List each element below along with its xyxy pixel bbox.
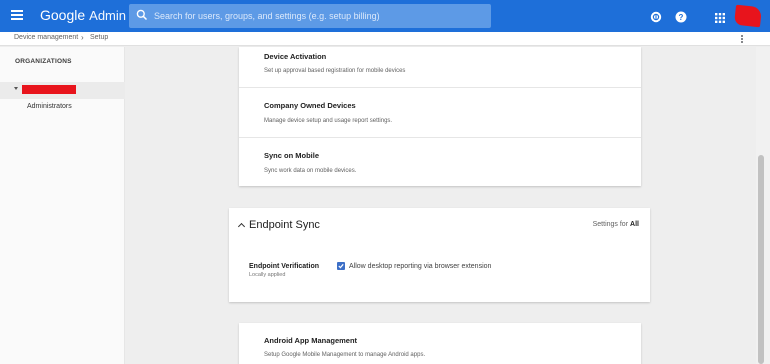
- settings-for: Settings for All: [593, 221, 639, 228]
- endpoint-sync-card: Endpoint Sync Settings for All Endpoint V…: [229, 208, 650, 302]
- breadcrumb-separator: ›: [81, 33, 84, 42]
- locally-applied-label: Locally applied: [249, 272, 286, 278]
- section-description: Setup Google Mobile Management to manage…: [264, 352, 426, 358]
- android-app-management-card[interactable]: Android App Management Setup Google Mobi…: [239, 323, 641, 364]
- breadcrumb-device-management[interactable]: Device management: [14, 34, 78, 41]
- organizations-title: ORGANIZATIONS: [15, 58, 72, 65]
- help-icon[interactable]: ?: [675, 10, 687, 23]
- expand-caret-icon[interactable]: [14, 87, 18, 90]
- app-logo[interactable]: Google Admin: [40, 7, 126, 23]
- org-item-administrators[interactable]: Administrators: [27, 103, 72, 110]
- search-input[interactable]: [154, 4, 484, 28]
- organizations-panel: ORGANIZATIONS Administrators: [0, 47, 125, 364]
- org-root-item[interactable]: [0, 82, 125, 99]
- search-icon: [136, 9, 148, 21]
- apps-grid-icon[interactable]: [715, 10, 727, 23]
- section-title: Sync on Mobile: [264, 151, 320, 160]
- top-app-bar: GoogleAdmin ?: [0, 0, 770, 32]
- scrollbar-thumb[interactable]: [758, 155, 764, 364]
- section-title: Android App Management: [264, 336, 358, 345]
- desktop-reporting-checkbox[interactable]: [337, 262, 345, 270]
- org-name-redacted: [22, 85, 76, 94]
- section-title: Device Activation: [264, 52, 327, 61]
- endpoint-verification-label: Endpoint Verification: [249, 263, 320, 270]
- section-device-activation[interactable]: Device Activation Set up approval based …: [239, 47, 641, 88]
- section-title: Company Owned Devices: [264, 101, 356, 110]
- breadcrumb-setup: Setup: [90, 34, 109, 41]
- section-description: Manage device setup and usage report set…: [264, 118, 393, 124]
- collapse-chevron-icon[interactable]: [237, 222, 246, 231]
- endpoint-sync-title[interactable]: Endpoint Sync: [249, 219, 320, 231]
- menu-icon[interactable]: [11, 10, 23, 20]
- logo-admin: Admin: [89, 8, 127, 23]
- settings-for-value: All: [630, 221, 639, 228]
- section-description: Sync work data on mobile devices.: [264, 168, 357, 174]
- support-icon[interactable]: [650, 10, 662, 23]
- desktop-reporting-label[interactable]: Allow desktop reporting via browser exte…: [349, 263, 491, 270]
- checkmark-icon: [338, 263, 344, 269]
- section-description: Set up approval based registration for m…: [264, 68, 406, 74]
- svg-text:?: ?: [679, 13, 684, 22]
- account-avatar-redacted[interactable]: [734, 4, 762, 28]
- logo-google: Google: [40, 7, 86, 23]
- breadcrumb: Device management › Setup: [0, 32, 770, 46]
- search-box[interactable]: [129, 4, 491, 28]
- mobile-settings-card: Device Activation Set up approval based …: [239, 47, 641, 186]
- section-company-owned-devices[interactable]: Company Owned Devices Manage device setu…: [239, 88, 641, 138]
- more-options-icon[interactable]: [741, 35, 744, 44]
- section-sync-on-mobile[interactable]: Sync on Mobile Sync work data on mobile …: [239, 138, 641, 186]
- settings-for-label: Settings for: [592, 221, 629, 228]
